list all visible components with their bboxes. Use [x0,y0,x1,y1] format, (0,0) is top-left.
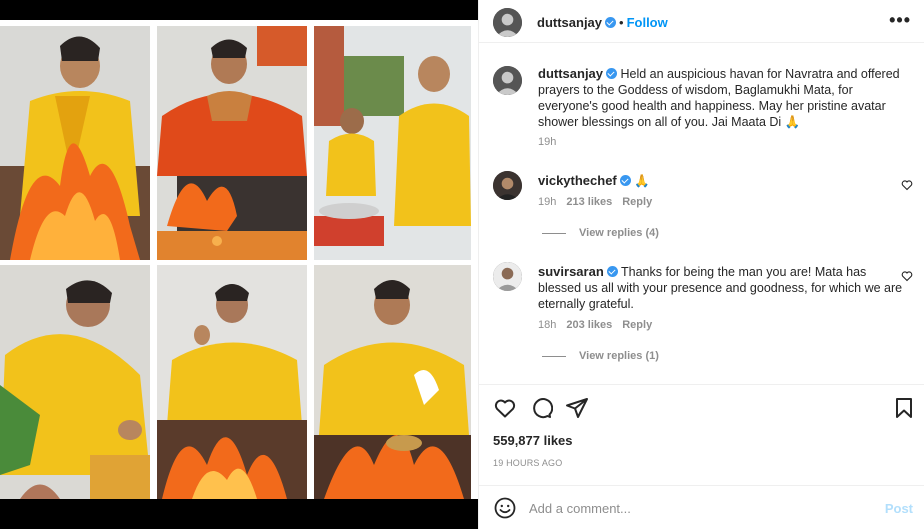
commenter-avatar[interactable] [493,262,522,291]
comment-meta: 18h 203 likes Reply [538,319,662,331]
comment-age: 18h [538,319,557,331]
replies-divider-line [542,355,566,357]
photo-tile-1 [0,26,150,260]
verified-badge-icon [606,266,618,277]
view-replies-button[interactable]: View replies (4) [542,227,659,239]
photo-tile-2 [157,26,307,260]
like-comment-heart-icon[interactable] [901,179,913,191]
post-caption: duttsanjay Held an auspicious havan for … [493,64,913,148]
photo-tile-4 [0,265,150,499]
comment-meta: 19h 213 likes Reply [538,196,662,208]
photo-tile-5 [157,265,307,499]
view-replies-button[interactable]: View replies (1) [542,350,659,362]
comment-username[interactable]: vickythechef [538,173,617,188]
header-name-row: duttsanjay • Follow [537,14,668,32]
verified-badge-icon [606,68,618,79]
post-actions: 559,877 likes 19 HOURS AGO [479,384,924,484]
caption-meta: 19h [538,136,566,148]
comment-bubble-icon[interactable] [529,396,553,420]
author-username[interactable]: duttsanjay [537,15,602,30]
replies-divider-line [542,232,566,234]
post-comment-button[interactable]: Post [885,501,913,516]
more-options-icon[interactable]: ••• [889,10,911,31]
follow-button[interactable]: Follow [627,15,668,30]
reply-button[interactable]: Reply [622,196,652,208]
comment-text-block: vickythechef 🙏 [538,173,903,189]
view-replies-label: View replies (1) [579,350,659,362]
post-header: duttsanjay • Follow ••• [479,0,924,43]
photo-tile-3 [314,26,471,260]
reply-button[interactable]: Reply [622,319,652,331]
top-black-bar [0,0,478,20]
photo-tile-6 [314,265,471,499]
verified-badge-icon [605,17,617,28]
view-replies-label: View replies (4) [579,227,659,239]
post-details-panel: duttsanjay • Follow ••• duttsanjay Held an… [478,0,924,529]
comment-username[interactable]: suvirsaran [538,264,604,279]
caption-username[interactable]: duttsanjay [538,66,603,81]
comment-item: vickythechef 🙏 19h 213 likes Reply View re… [493,171,913,241]
share-paper-plane-icon[interactable] [565,396,589,420]
add-comment-bar: Add a comment... Post [479,485,924,529]
like-comment-heart-icon[interactable] [901,270,913,282]
comment-input[interactable]: Add a comment... [529,501,631,516]
author-avatar[interactable] [493,8,522,37]
bottom-black-bar [0,499,478,529]
save-bookmark-icon[interactable] [892,396,916,420]
comment-item: suvirsaran Thanks for being the man you … [493,262,913,362]
post-timestamp: 19 HOURS AGO [493,458,563,468]
separator-dot: • [619,15,624,30]
caption-age: 19h [538,136,557,148]
comment-likes[interactable]: 203 likes [566,319,612,331]
post-photo-collage[interactable] [0,20,478,499]
caption-author-avatar[interactable] [493,66,522,95]
like-heart-icon[interactable] [493,396,517,420]
comment-text-block: suvirsaran Thanks for being the man you … [538,264,903,312]
caption-text-block: duttsanjay Held an auspicious havan for … [538,66,903,130]
comment-text: 🙏 [634,174,650,188]
comment-likes[interactable]: 213 likes [566,196,612,208]
emoji-smiley-icon[interactable] [493,496,517,520]
comment-age: 19h [538,196,557,208]
verified-badge-icon [619,175,631,186]
likes-count[interactable]: 559,877 likes [493,433,573,448]
commenter-avatar[interactable] [493,171,522,200]
